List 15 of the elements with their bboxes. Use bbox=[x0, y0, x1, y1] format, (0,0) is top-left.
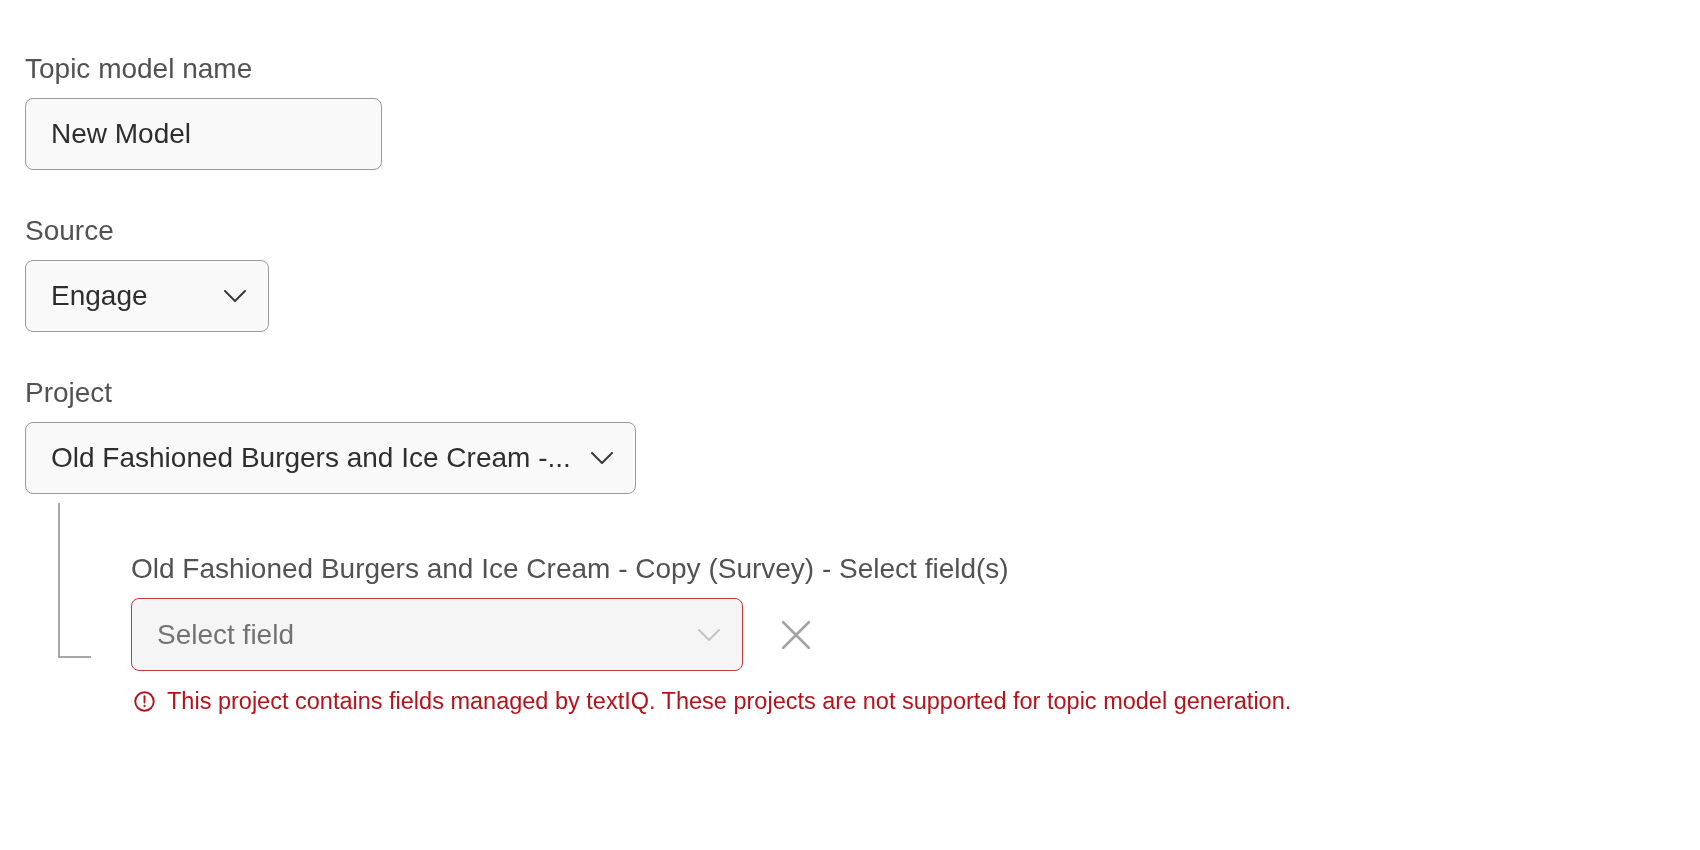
field-label: Project bbox=[25, 376, 113, 410]
chevron-down-icon bbox=[698, 628, 720, 641]
error-message: This project contains fields managed by textIQ. These projects are not supported for topic model generation. bbox=[167, 687, 1292, 715]
field-label: Topic model name bbox=[25, 52, 253, 86]
close-button[interactable] bbox=[782, 620, 810, 649]
close-icon bbox=[782, 620, 810, 649]
field-dropdown[interactable]: Select field bbox=[131, 598, 743, 671]
text-input-field[interactable]: New Model bbox=[25, 98, 382, 170]
chevron-down-icon bbox=[224, 290, 246, 302]
dropdown-select[interactable]: Old Fashioned Burgers and Ice Cream -... bbox=[25, 422, 636, 494]
subfield-label: Old Fashioned Burgers and Ice Cream - Copy (Survey) - Select field(s) bbox=[131, 552, 1009, 586]
chevron-down-icon bbox=[591, 452, 613, 464]
dropdown-select[interactable]: Engage bbox=[25, 260, 269, 332]
field-label: Source bbox=[25, 214, 114, 248]
alert-circle-icon bbox=[134, 690, 155, 712]
